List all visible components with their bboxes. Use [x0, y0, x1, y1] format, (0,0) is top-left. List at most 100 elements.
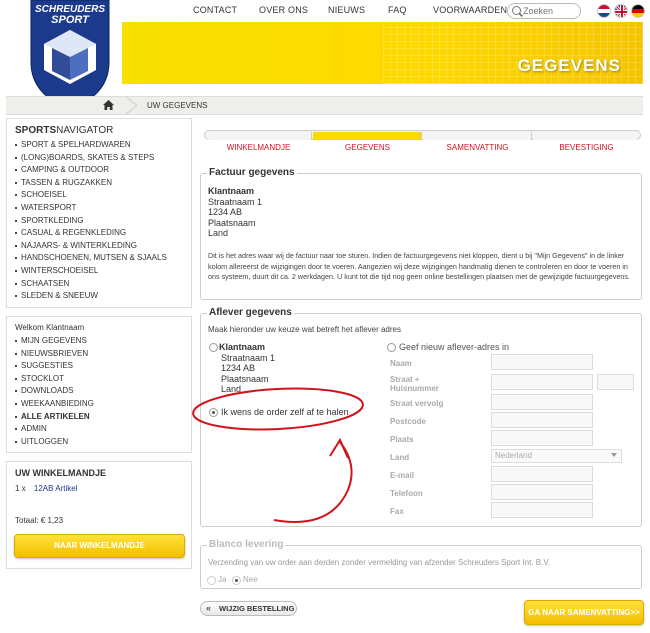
input-straat-vervolg[interactable] — [491, 394, 593, 410]
delivery-details: Aflever gegevens Maak hieronder uw keuze… — [200, 307, 642, 527]
change-order-button[interactable]: « WIJZIG BESTELLING — [200, 601, 297, 616]
self-pickup-label[interactable]: Ik wens de order zelf af te halen — [221, 407, 349, 417]
nav-category[interactable]: CAMPING & OUTDOOR — [15, 164, 183, 177]
go-to-cart-button[interactable]: NAAR WINKELMANDJE — [14, 534, 185, 558]
delivery-legend: Aflever gegevens — [207, 307, 294, 318]
navigator-title: SPORTSNAVIGATOR — [15, 125, 114, 136]
user-menu-stocklot[interactable]: STOCKLOT — [15, 373, 183, 386]
label-postcode: Postcode — [390, 417, 427, 426]
nav-contact[interactable]: CONTACT — [193, 5, 237, 15]
input-postcode[interactable] — [491, 412, 593, 428]
user-menu: Welkom Klantnaam MIJN GEGEVENS NIEUWSBRI… — [6, 316, 192, 453]
home-icon[interactable] — [103, 100, 114, 112]
search-input[interactable] — [523, 5, 578, 17]
breadcrumb-separator-icon — [125, 96, 138, 115]
user-menu-alle-artikelen[interactable]: ALLE ARTIKELEN — [15, 411, 183, 424]
delivery-intro: Maak hieronder uw keuze wat betreft het … — [208, 325, 401, 334]
header-banner: GEGEVENS — [122, 22, 643, 84]
input-plaats[interactable] — [491, 430, 593, 446]
cart-total: Totaal: € 1,23 — [15, 516, 64, 525]
radio-new-address[interactable] — [387, 343, 396, 352]
input-huisnummer[interactable] — [597, 374, 634, 390]
breadcrumb-current: UW GEGEVENS — [147, 101, 208, 110]
sports-navigator: SPORTSNAVIGATOR SPORT & SPELHARDWAREN (L… — [6, 118, 192, 308]
delivery-address: Klantnaam Straatnaam 1 1234 AB Plaatsnaa… — [219, 342, 276, 394]
welcome-text: Welkom Klantnaam — [15, 323, 85, 332]
cart-qty: 1 x — [15, 484, 26, 493]
double-chevron-left-icon: « — [206, 603, 212, 613]
user-menu-uitloggen[interactable]: UITLOGGEN — [15, 436, 183, 449]
nav-category[interactable]: HANDSCHOENEN, MUTSEN & SJAALS — [15, 252, 183, 265]
cart-line: 1 x 12AB Artikel — [15, 484, 183, 493]
input-straat[interactable] — [491, 374, 593, 390]
nav-category[interactable]: SPORT & SPELHARDWAREN — [15, 139, 183, 152]
blank-delivery: Blanco levering Verzending van uw order … — [200, 539, 642, 589]
brand-logo[interactable]: SCHREUDERS SPORT — [30, 0, 110, 110]
search-icon[interactable] — [512, 6, 521, 15]
blanco-nee-label: Nee — [243, 575, 258, 584]
invoice-info-text: Dit is het adres waar wij de factuur naa… — [208, 251, 630, 281]
label-straat-vervolg: Straat vervolg — [390, 399, 444, 408]
invoice-details: Factuur gegevens Klantnaam Straatnaam 1 … — [200, 167, 642, 300]
radio-blanco-nee[interactable] — [232, 576, 241, 585]
search-box — [507, 3, 581, 19]
label-email: E-mail — [390, 471, 415, 480]
page-title: GEGEVENS — [517, 56, 621, 75]
invoice-legend: Factuur gegevens — [207, 167, 297, 178]
label-straat: Straat + Huisnummer — [390, 375, 439, 393]
label-naam: Naam — [390, 359, 412, 368]
label-plaats: Plaats — [390, 435, 414, 444]
input-telefoon[interactable] — [491, 484, 593, 500]
nav-category[interactable]: TASSEN & RUGZAKKEN — [15, 177, 183, 190]
user-menu-mijn-gegevens[interactable]: MIJN GEGEVENS — [15, 335, 183, 348]
step-winkelmandje[interactable]: WINKELMANDJE — [204, 143, 313, 152]
label-fax: Fax — [390, 507, 404, 516]
nav-category[interactable]: (LONG)BOARDS, SKATES & STEPS — [15, 152, 183, 165]
cart-box: UW WINKELMANDJE 1 x 12AB Artikel Totaal:… — [6, 461, 192, 569]
user-menu-downloads[interactable]: DOWNLOADS — [15, 385, 183, 398]
logo-text: SCHREUDERS SPORT — [34, 4, 105, 26]
nav-category[interactable]: SLEDEN & SNEEUW — [15, 290, 183, 303]
label-telefoon: Telefoon — [390, 489, 423, 498]
input-email[interactable] — [491, 466, 593, 482]
cart-item-link[interactable]: 12AB Artikel — [34, 484, 78, 493]
user-menu-admin[interactable]: ADMIN — [15, 423, 183, 436]
nav-category[interactable]: CASUAL & REGENKLEDING — [15, 227, 183, 240]
step-samenvatting: SAMENVATTING — [446, 143, 509, 152]
nav-category[interactable]: WINTERSCHOEISEL — [15, 265, 183, 278]
user-menu-suggesties[interactable]: SUGGESTIES — [15, 360, 183, 373]
blank-delivery-legend: Blanco levering — [207, 539, 286, 550]
radio-self-pickup[interactable] — [209, 408, 218, 417]
user-menu-nieuwsbrieven[interactable]: NIEUWSBRIEVEN — [15, 348, 183, 361]
active-step-segment — [313, 132, 422, 140]
nav-nieuws[interactable]: NIEUWS — [328, 5, 365, 15]
input-naam[interactable] — [491, 354, 593, 370]
flag-nl-icon[interactable] — [597, 4, 611, 18]
checkout-steps: WINKELMANDJE GEGEVENS SAMENVATTING BEVES… — [204, 130, 641, 160]
nav-category[interactable]: SPORTKLEDING — [15, 215, 183, 228]
nav-category[interactable]: SCHOEISEL — [15, 189, 183, 202]
new-address-label[interactable]: Geef nieuw aflever-adres in — [399, 342, 509, 352]
step-gegevens: GEGEVENS — [345, 143, 390, 152]
land-select[interactable]: Nederland — [491, 449, 622, 463]
flag-uk-icon[interactable] — [614, 4, 628, 18]
nav-category[interactable]: SCHAATSEN — [15, 278, 183, 291]
blank-delivery-desc: Verzending van uw order aan derden zonde… — [208, 558, 551, 567]
user-menu-weekaanbieding[interactable]: WEEKAANBIEDING — [15, 398, 183, 411]
radio-existing-address[interactable] — [209, 343, 218, 352]
nav-category[interactable]: WATERSPORT — [15, 202, 183, 215]
steps-progress-bar — [204, 130, 641, 140]
breadcrumb: UW GEGEVENS — [6, 96, 643, 115]
nav-over-ons[interactable]: OVER ONS — [259, 5, 308, 15]
chevron-down-icon — [611, 453, 617, 457]
input-fax[interactable] — [491, 502, 593, 518]
invoice-address: Klantnaam Straatnaam 1 1234 AB Plaatsnaa… — [208, 186, 263, 238]
nav-faq[interactable]: FAQ — [388, 5, 407, 15]
flag-de-icon[interactable] — [631, 4, 645, 18]
radio-blanco-ja[interactable] — [207, 576, 216, 585]
nav-category[interactable]: NAJAARS- & WINTERKLEDING — [15, 240, 183, 253]
blanco-ja-label: Ja — [218, 575, 227, 584]
go-to-summary-button[interactable]: GA NAAR SAMENVATTING>> — [524, 600, 644, 625]
nav-voorwaarden[interactable]: VOORWAARDEN — [433, 5, 507, 15]
label-land: Land — [390, 453, 410, 462]
